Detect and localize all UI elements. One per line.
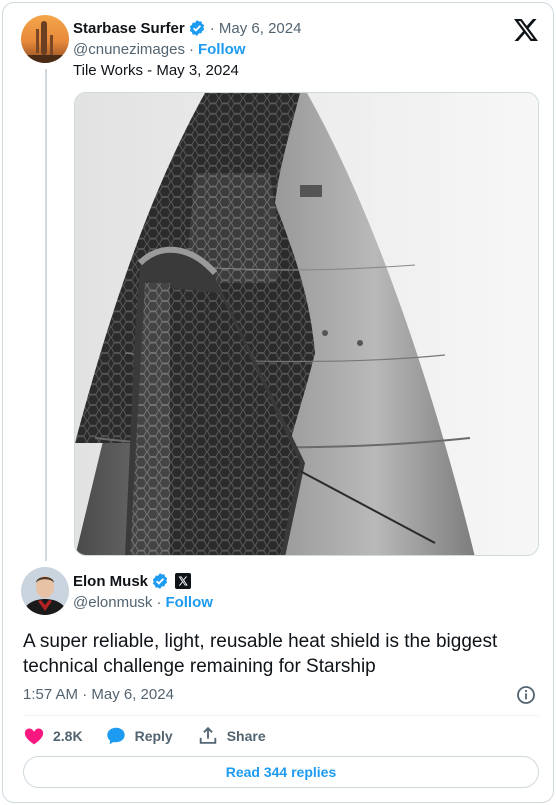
quoted-tweet-text: Tile Works - May 3, 2024 (73, 62, 239, 79)
action-bar: 2.8K Reply Share (23, 724, 290, 748)
verified-badge-icon (151, 572, 169, 590)
separator: · (156, 594, 162, 611)
quoted-date[interactable]: · May 6, 2024 (210, 20, 302, 37)
quoted-handle[interactable]: @cnunezimages (73, 41, 185, 58)
reply-label: Reply (134, 728, 173, 744)
main-follow-link[interactable]: Follow (165, 594, 213, 611)
main-display-name[interactable]: Elon Musk (73, 573, 148, 590)
main-tweet-text: A super reliable, light, reusable heat s… (23, 631, 498, 677)
divider (23, 715, 539, 716)
quoted-display-name[interactable]: Starbase Surfer (73, 20, 185, 37)
info-icon[interactable] (516, 685, 536, 705)
share-label: Share (226, 728, 266, 744)
x-affiliate-icon (175, 573, 192, 589)
x-logo-icon[interactable] (514, 19, 538, 41)
main-handle[interactable]: @elonmusk (73, 594, 152, 611)
quoted-name-row: Starbase Surfer · May 6, 2024 (73, 17, 301, 39)
embedded-tweet-card: Starbase Surfer · May 6, 2024 @cnunezima… (2, 2, 554, 803)
read-replies-button[interactable]: Read 344 replies (23, 756, 539, 788)
thread-line (45, 69, 47, 561)
quoted-follow-link[interactable]: Follow (198, 41, 246, 58)
share-icon (197, 725, 219, 747)
share-button[interactable]: Share (197, 725, 266, 747)
tweet-timestamp[interactable]: 1:57 AM · May 6, 2024 (23, 686, 174, 703)
verified-badge-icon (188, 19, 206, 37)
heart-icon (23, 725, 45, 747)
reply-button[interactable]: Reply (105, 725, 173, 747)
like-count: 2.8K (53, 728, 83, 744)
main-handle-row: @elonmusk · Follow (73, 594, 213, 611)
starship-heat-shield-photo[interactable] (74, 92, 539, 556)
quoted-handle-row: @cnunezimages · Follow (73, 41, 245, 58)
quoted-author-avatar[interactable] (21, 15, 69, 63)
reply-bubble-icon (105, 725, 127, 747)
main-name-row: Elon Musk (73, 570, 192, 592)
separator: · (188, 41, 194, 58)
like-button[interactable]: 2.8K (23, 725, 83, 747)
main-author-avatar[interactable] (21, 567, 69, 615)
